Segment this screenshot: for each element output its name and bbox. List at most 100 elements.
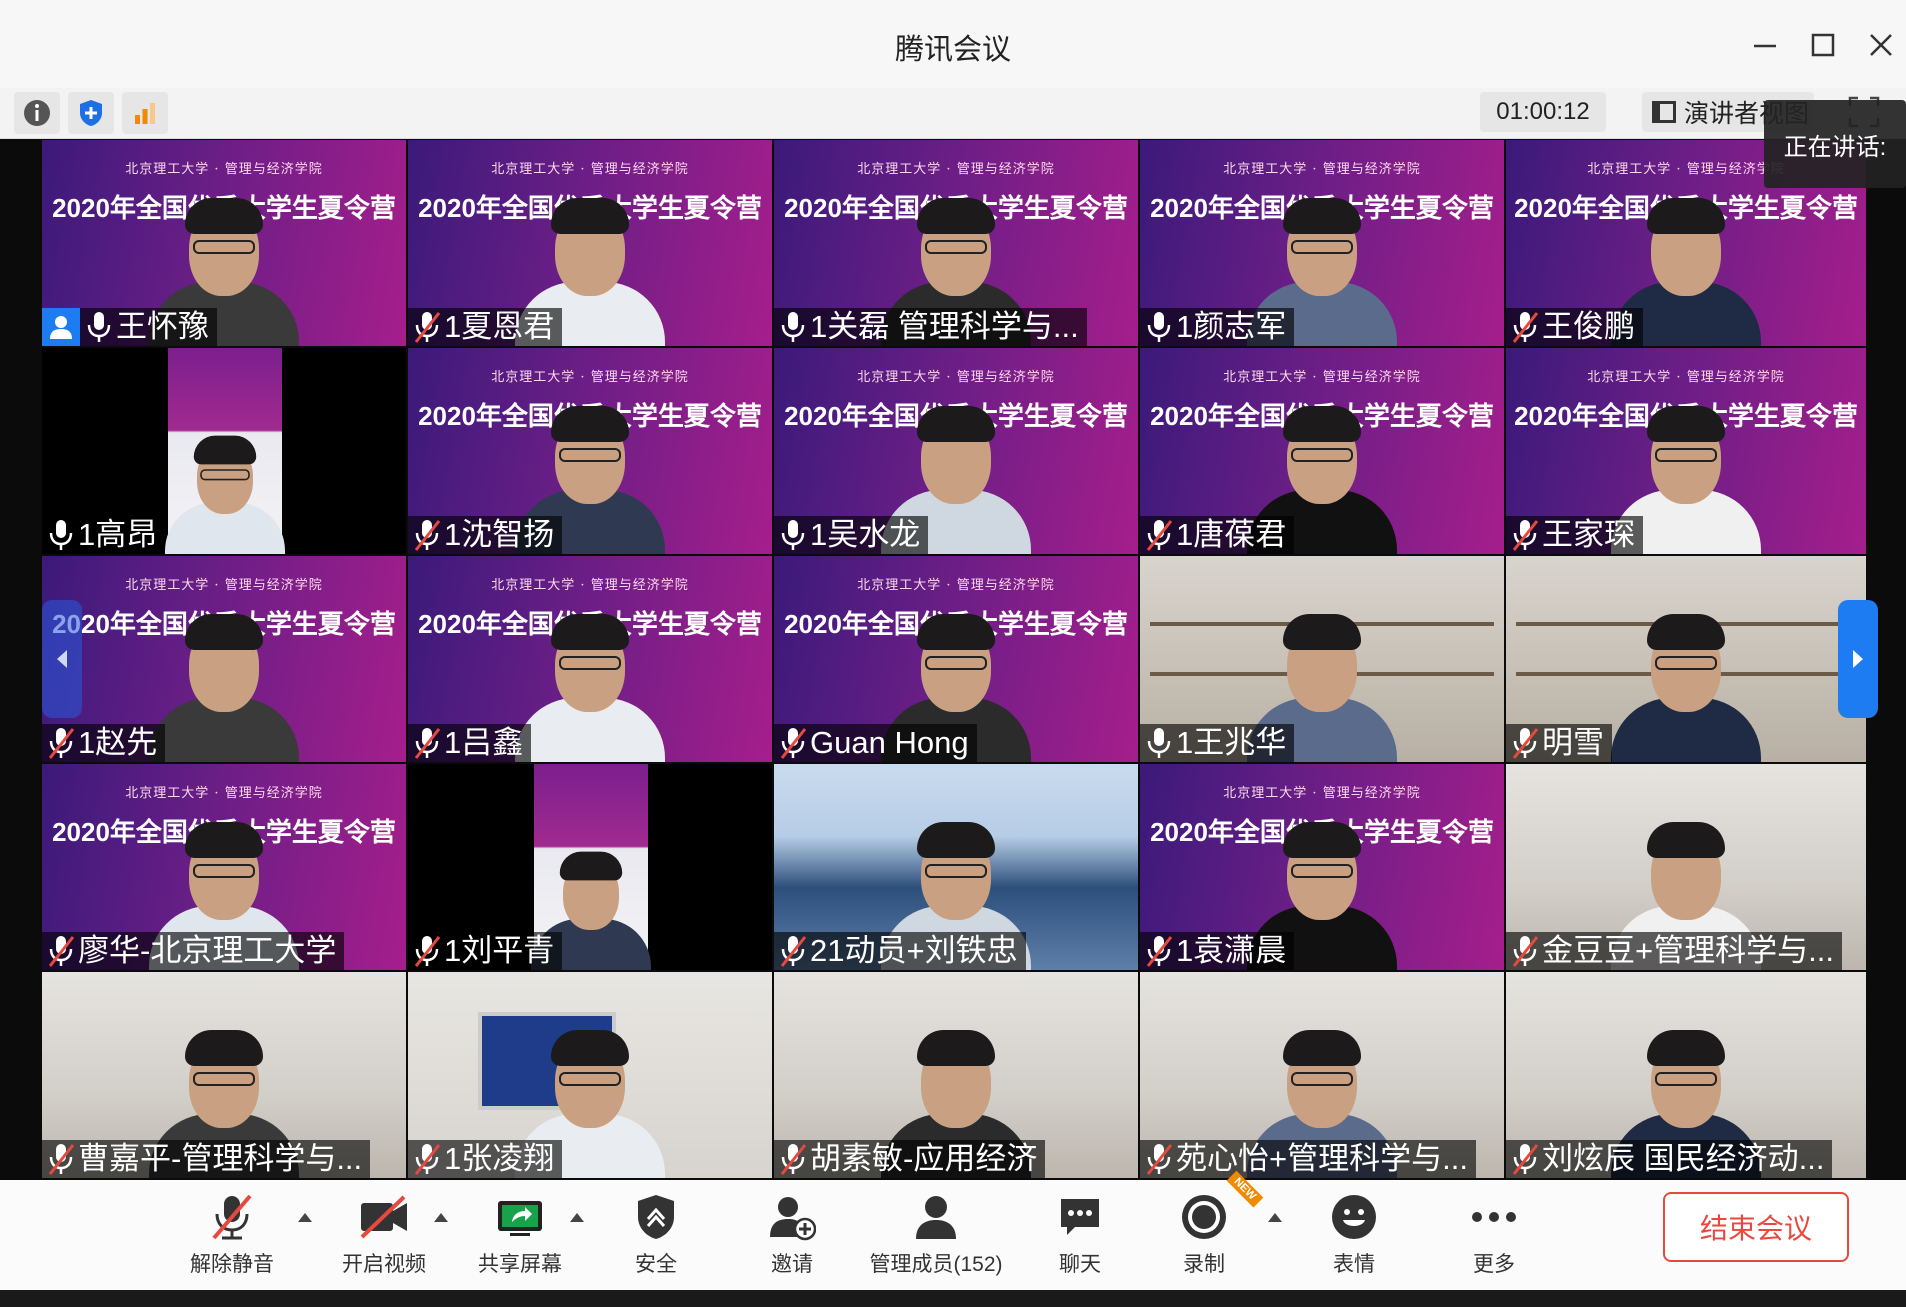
minimize-button[interactable] bbox=[1742, 22, 1788, 68]
participant-video bbox=[1611, 592, 1761, 762]
person-hair bbox=[1647, 1030, 1725, 1066]
more-label: 更多 bbox=[1473, 1253, 1515, 1276]
participant-tile[interactable]: 曹嘉平-管理科学与... bbox=[42, 972, 406, 1178]
more-button[interactable]: 更多 bbox=[1434, 1190, 1554, 1280]
camera-off-icon bbox=[360, 1195, 407, 1239]
share-screen-icon bbox=[498, 1201, 542, 1236]
next-page-button[interactable] bbox=[1838, 600, 1878, 718]
banner-university-text: 北京理工大学 · 管理与经济学院 bbox=[1223, 162, 1421, 177]
security-button[interactable]: 安全 bbox=[596, 1190, 716, 1280]
participant-tile[interactable]: 金豆豆+管理科学与... bbox=[1506, 764, 1866, 970]
end-meeting-button[interactable]: 结束会议 bbox=[1663, 1192, 1849, 1262]
video-grid: 北京理工大学 · 管理与经济学院2020年全国优秀大学生夏令营王怀豫北京理工大学… bbox=[42, 140, 1868, 1180]
participant-tile[interactable]: 北京理工大学 · 管理与经济学院2020年全国优秀大学生夏令营1夏恩君 bbox=[408, 140, 772, 346]
person-hair bbox=[193, 435, 257, 465]
record-button[interactable]: 录制 bbox=[1144, 1190, 1264, 1280]
share-options-caret-icon[interactable] bbox=[568, 1210, 586, 1224]
video-options-caret-icon[interactable] bbox=[432, 1210, 450, 1224]
participant-tile[interactable]: 北京理工大学 · 管理与经济学院2020年全国优秀大学生夏令营王家琛 bbox=[1506, 348, 1866, 554]
unmute-button[interactable]: 解除静音 bbox=[172, 1190, 292, 1280]
participant-tile[interactable]: 1高昂 bbox=[42, 348, 406, 554]
participant-name-bar: 王俊鹏 bbox=[1506, 308, 1643, 346]
participant-tile[interactable]: 明雪 bbox=[1506, 556, 1866, 762]
minimize-icon bbox=[1754, 44, 1776, 48]
mic-icon bbox=[1147, 312, 1171, 342]
participant-tile[interactable]: 北京理工大学 · 管理与经济学院2020年全国优秀大学生夏令营1吴水龙 bbox=[774, 348, 1138, 554]
banner-university-text: 北京理工大学 · 管理与经济学院 bbox=[1223, 786, 1421, 801]
person-hair bbox=[551, 406, 629, 442]
glasses bbox=[559, 656, 621, 670]
person-hair bbox=[185, 822, 263, 858]
record-options-caret-icon[interactable] bbox=[1266, 1210, 1284, 1224]
participant-name-bar: 苑心怡+管理科学与... bbox=[1140, 1140, 1476, 1178]
participant-tile[interactable]: 北京理工大学 · 管理与经济学院2020年全国优秀大学生夏令营王怀豫 bbox=[42, 140, 406, 346]
share-screen-button[interactable]: 共享屏幕 bbox=[460, 1190, 580, 1280]
person-hair bbox=[917, 614, 995, 650]
participant-tile[interactable]: 刘炫辰 国民经济动... bbox=[1506, 972, 1866, 1178]
participant-tile[interactable]: 21动员+刘铁忠 bbox=[774, 764, 1138, 970]
participant-tile[interactable]: 北京理工大学 · 管理与经济学院2020年全国优秀大学生夏令营廖华-北京理工大学 bbox=[42, 764, 406, 970]
participant-tile[interactable]: 北京理工大学 · 管理与经济学院2020年全国优秀大学生夏令营1唐葆君 bbox=[1140, 348, 1504, 554]
info-button[interactable] bbox=[14, 92, 60, 134]
participant-tile[interactable]: 北京理工大学 · 管理与经济学院2020年全国优秀大学生夏令营1赵先 bbox=[42, 556, 406, 762]
maximize-button[interactable] bbox=[1800, 22, 1846, 68]
manage-members-button[interactable]: 管理成员(152) bbox=[856, 1190, 1016, 1280]
glasses bbox=[193, 240, 255, 254]
participant-tile[interactable]: 北京理工大学 · 管理与经济学院2020年全国优秀大学生夏令营1颜志军 bbox=[1140, 140, 1504, 346]
invite-button[interactable]: 邀请 bbox=[732, 1190, 852, 1280]
audio-options-caret-icon[interactable] bbox=[296, 1210, 314, 1224]
invite-label: 邀请 bbox=[771, 1253, 813, 1276]
person-hair bbox=[185, 1030, 263, 1066]
security-shield-button[interactable] bbox=[68, 92, 114, 134]
chat-button[interactable]: 聊天 bbox=[1020, 1190, 1140, 1280]
mic-muted-icon bbox=[780, 728, 807, 759]
glasses bbox=[1291, 240, 1353, 254]
mic-muted-icon bbox=[1146, 936, 1173, 967]
person-hair bbox=[1283, 822, 1361, 858]
participant-name: 1关磊 管理科学与... bbox=[810, 309, 1079, 344]
close-button[interactable] bbox=[1858, 22, 1904, 68]
speaking-indicator: 正在讲话: bbox=[1764, 100, 1906, 188]
person-hair bbox=[185, 198, 263, 234]
participant-name-bar: 1赵先 bbox=[42, 724, 166, 762]
person-hair bbox=[1647, 822, 1725, 858]
participant-tile[interactable]: 1刘平青 bbox=[408, 764, 772, 970]
reactions-button[interactable]: 表情 bbox=[1294, 1190, 1414, 1280]
maximize-icon bbox=[1811, 33, 1835, 57]
participant-tile[interactable]: 苑心怡+管理科学与... bbox=[1140, 972, 1504, 1178]
participant-tile[interactable]: 北京理工大学 · 管理与经济学院2020年全国优秀大学生夏令营1吕鑫 bbox=[408, 556, 772, 762]
participant-tile[interactable]: 北京理工大学 · 管理与经济学院2020年全国优秀大学生夏令营1沈智扬 bbox=[408, 348, 772, 554]
participant-tile[interactable]: 1王兆华 bbox=[1140, 556, 1504, 762]
glasses bbox=[559, 448, 621, 462]
participant-tile[interactable]: 1张凌翔 bbox=[408, 972, 772, 1178]
participant-name-bar: 1关磊 管理科学与... bbox=[774, 308, 1087, 346]
banner-university-text: 北京理工大学 · 管理与经济学院 bbox=[857, 370, 1055, 385]
person-hair bbox=[917, 406, 995, 442]
participant-name-bar: 1唐葆君 bbox=[1140, 516, 1295, 554]
participant-name: 1吴水龙 bbox=[810, 517, 921, 552]
mic-muted-icon bbox=[1512, 728, 1539, 759]
smiley-icon bbox=[1332, 1195, 1376, 1239]
participant-name-bar: 胡素敏-应用经济 bbox=[774, 1140, 1046, 1178]
mic-muted-icon bbox=[414, 728, 441, 759]
person-hair bbox=[917, 822, 995, 858]
participant-tile[interactable]: 北京理工大学 · 管理与经济学院2020年全国优秀大学生夏令营1袁潇晨 bbox=[1140, 764, 1504, 970]
glasses bbox=[925, 656, 987, 670]
start-video-button[interactable]: 开启视频 bbox=[324, 1190, 444, 1280]
glasses bbox=[200, 469, 250, 481]
participant-name: 1王兆华 bbox=[1176, 725, 1287, 760]
meeting-timer: 01:00:12 bbox=[1480, 92, 1606, 132]
glasses bbox=[925, 240, 987, 254]
person-hair bbox=[1283, 406, 1361, 442]
participant-name: 胡素敏-应用经济 bbox=[810, 1141, 1038, 1176]
prev-page-button[interactable] bbox=[42, 600, 82, 718]
manage-members-label: 管理成员(152) bbox=[869, 1253, 1003, 1276]
speaker-view-icon bbox=[1652, 101, 1676, 123]
network-signal-button[interactable] bbox=[122, 92, 168, 134]
mic-muted-icon bbox=[48, 728, 75, 759]
participant-tile[interactable]: 胡素敏-应用经济 bbox=[774, 972, 1138, 1178]
banner-university-text: 北京理工大学 · 管理与经济学院 bbox=[125, 162, 323, 177]
participant-tile[interactable]: 北京理工大学 · 管理与经济学院2020年全国优秀大学生夏令营1关磊 管理科学与… bbox=[774, 140, 1138, 346]
members-icon bbox=[916, 1196, 956, 1239]
participant-tile[interactable]: 北京理工大学 · 管理与经济学院2020年全国优秀大学生夏令营Guan Hong bbox=[774, 556, 1138, 762]
